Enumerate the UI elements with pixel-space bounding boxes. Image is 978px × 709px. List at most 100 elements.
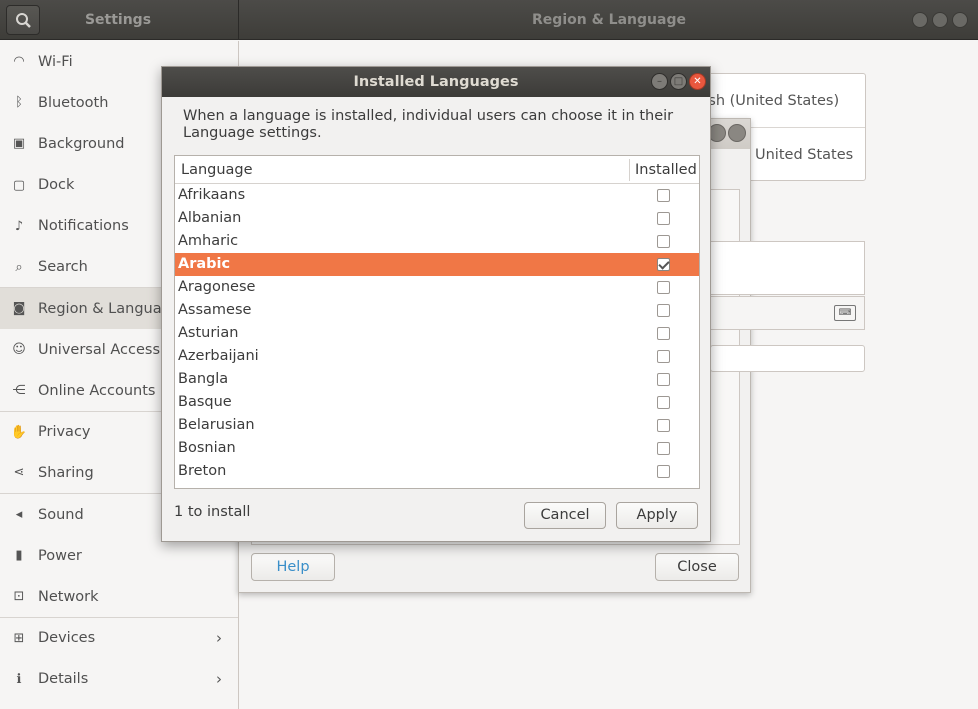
dialog-window-controls: – □ ✕ [651,73,706,90]
info-icon: ℹ [16,671,22,687]
close-icon[interactable]: ✕ [689,73,706,90]
installed-checkbox[interactable] [657,327,670,340]
table-row[interactable]: Amharic [175,230,699,253]
settings-title: Settings [84,12,152,28]
language-name: Basque [178,394,232,410]
sidebar-item-label: Search [38,259,88,276]
speaker-icon: ◂ [15,507,23,523]
installed-checkbox[interactable] [657,350,670,363]
language-value: glish (United States) [691,93,840,109]
sidebar-item-label: Region & Language [38,300,180,317]
cancel-button[interactable]: Cancel [524,502,606,529]
sidebar-item-label: Network [38,588,99,605]
language-dialog-window-controls [708,124,746,142]
installed-languages-dialog: Installed Languages – □ ✕ When a languag… [161,66,711,542]
language-name: Bosnian [178,440,236,456]
table-row[interactable]: Arabic [175,253,699,276]
chevron-right-icon: › [216,629,222,648]
language-name: Bangla [178,371,229,387]
table-row[interactable]: Assamese [175,299,699,322]
close-button[interactable] [952,12,968,28]
battery-icon: ▮ [15,548,23,564]
installed-checkbox[interactable] [657,235,670,248]
maximize-button[interactable] [932,12,948,28]
language-name: Aragonese [178,279,256,295]
table-row[interactable]: Azerbaijani [175,345,699,368]
table-row[interactable]: Asturian [175,322,699,345]
share-icon: ⋖ [13,465,25,481]
language-name: Belarusian [178,417,255,433]
window-controls [912,12,968,28]
table-header: Language Installed [175,156,699,184]
input-source-row[interactable] [710,241,865,295]
sidebar-item-label: Privacy [38,424,91,441]
language-name: Asturian [178,325,239,341]
language-name: Assamese [178,302,252,318]
sidebar-item-devices[interactable]: ⊞ Devices › [0,618,238,659]
install-status: 1 to install [174,504,251,520]
keyboard-icon[interactable]: ⌨ [834,305,856,321]
language-name: Azerbaijani [178,348,259,364]
table-row[interactable]: Afrikaans [175,184,699,207]
header-separator [238,0,239,40]
sidebar-item-network[interactable]: ⊡ Network [0,576,238,618]
hand-icon: ✋ [10,424,28,440]
table-row[interactable]: Aragonese [175,276,699,299]
installed-checkbox[interactable] [657,396,670,409]
table-row[interactable]: Bosnian [175,437,699,460]
sidebar-item-label: Sound [38,506,84,523]
installed-checkbox[interactable] [657,442,670,455]
installed-checkbox[interactable] [657,465,670,478]
installed-dialog-titlebar: Installed Languages – □ ✕ [162,67,710,97]
language-name: Breton [178,463,227,479]
close-dialog-button[interactable]: Close [655,553,739,581]
minimize-icon[interactable]: – [651,73,668,90]
bluetooth-icon: ᛒ [15,95,23,111]
sidebar-item-label: Online Accounts [38,382,156,399]
table-row[interactable]: Albanian [175,207,699,230]
minimize-button[interactable] [912,12,928,28]
sidebar-item-label: Notifications [38,218,129,235]
language-name: Afrikaans [178,187,246,203]
sidebar-item-label: Wi-Fi [38,53,73,70]
table-row[interactable]: Basque [175,391,699,414]
sidebar-item-details[interactable]: ℹ Details › [0,659,238,700]
installed-checkbox[interactable] [657,373,670,386]
sidebar-item-label: Bluetooth [38,94,109,111]
language-name: Albanian [178,210,242,226]
online-accounts-icon: ⋲ [12,383,26,399]
search-button[interactable] [6,5,40,35]
accessibility-icon: ☺ [12,342,26,358]
installed-checkbox[interactable] [657,419,670,432]
formats-value: United States [755,147,854,163]
background-icon: ▣ [12,136,26,152]
table-row[interactable]: Belarusian [175,414,699,437]
installed-checkbox[interactable] [657,258,670,271]
table-row[interactable]: Bangla [175,368,699,391]
network-icon: ⊡ [13,589,25,605]
camera-icon: ◙ [12,301,26,317]
sidebar-item-label: Universal Access [38,341,161,358]
maximize-icon[interactable]: □ [670,73,687,90]
table-row[interactable]: Breton [175,460,699,483]
language-name: Amharic [178,233,239,249]
installed-checkbox[interactable] [657,212,670,225]
languages-table: Language Installed Afrikaans Albanian Amha… [174,155,700,489]
sidebar-item-label: Dock [38,177,75,194]
language-dialog-close-button[interactable] [728,124,746,142]
apply-button[interactable]: Apply [616,502,698,529]
dialog-description: When a language is installed, individual… [183,108,674,141]
bell-icon: ♪ [14,218,24,234]
column-header-language[interactable]: Language [181,156,253,184]
search-icon: ⌕ [15,259,23,275]
panel-title: Region & Language [532,12,686,28]
installed-checkbox[interactable] [657,281,670,294]
help-button[interactable]: Help [251,553,335,581]
text-entry[interactable] [710,345,865,372]
installed-checkbox[interactable] [657,304,670,317]
column-header-installed[interactable]: Installed [635,156,697,184]
devices-icon: ⊞ [13,630,25,646]
installed-checkbox[interactable] [657,189,670,202]
sidebar-item-label: Background [38,135,125,152]
wifi-icon: ◠ [13,54,25,70]
